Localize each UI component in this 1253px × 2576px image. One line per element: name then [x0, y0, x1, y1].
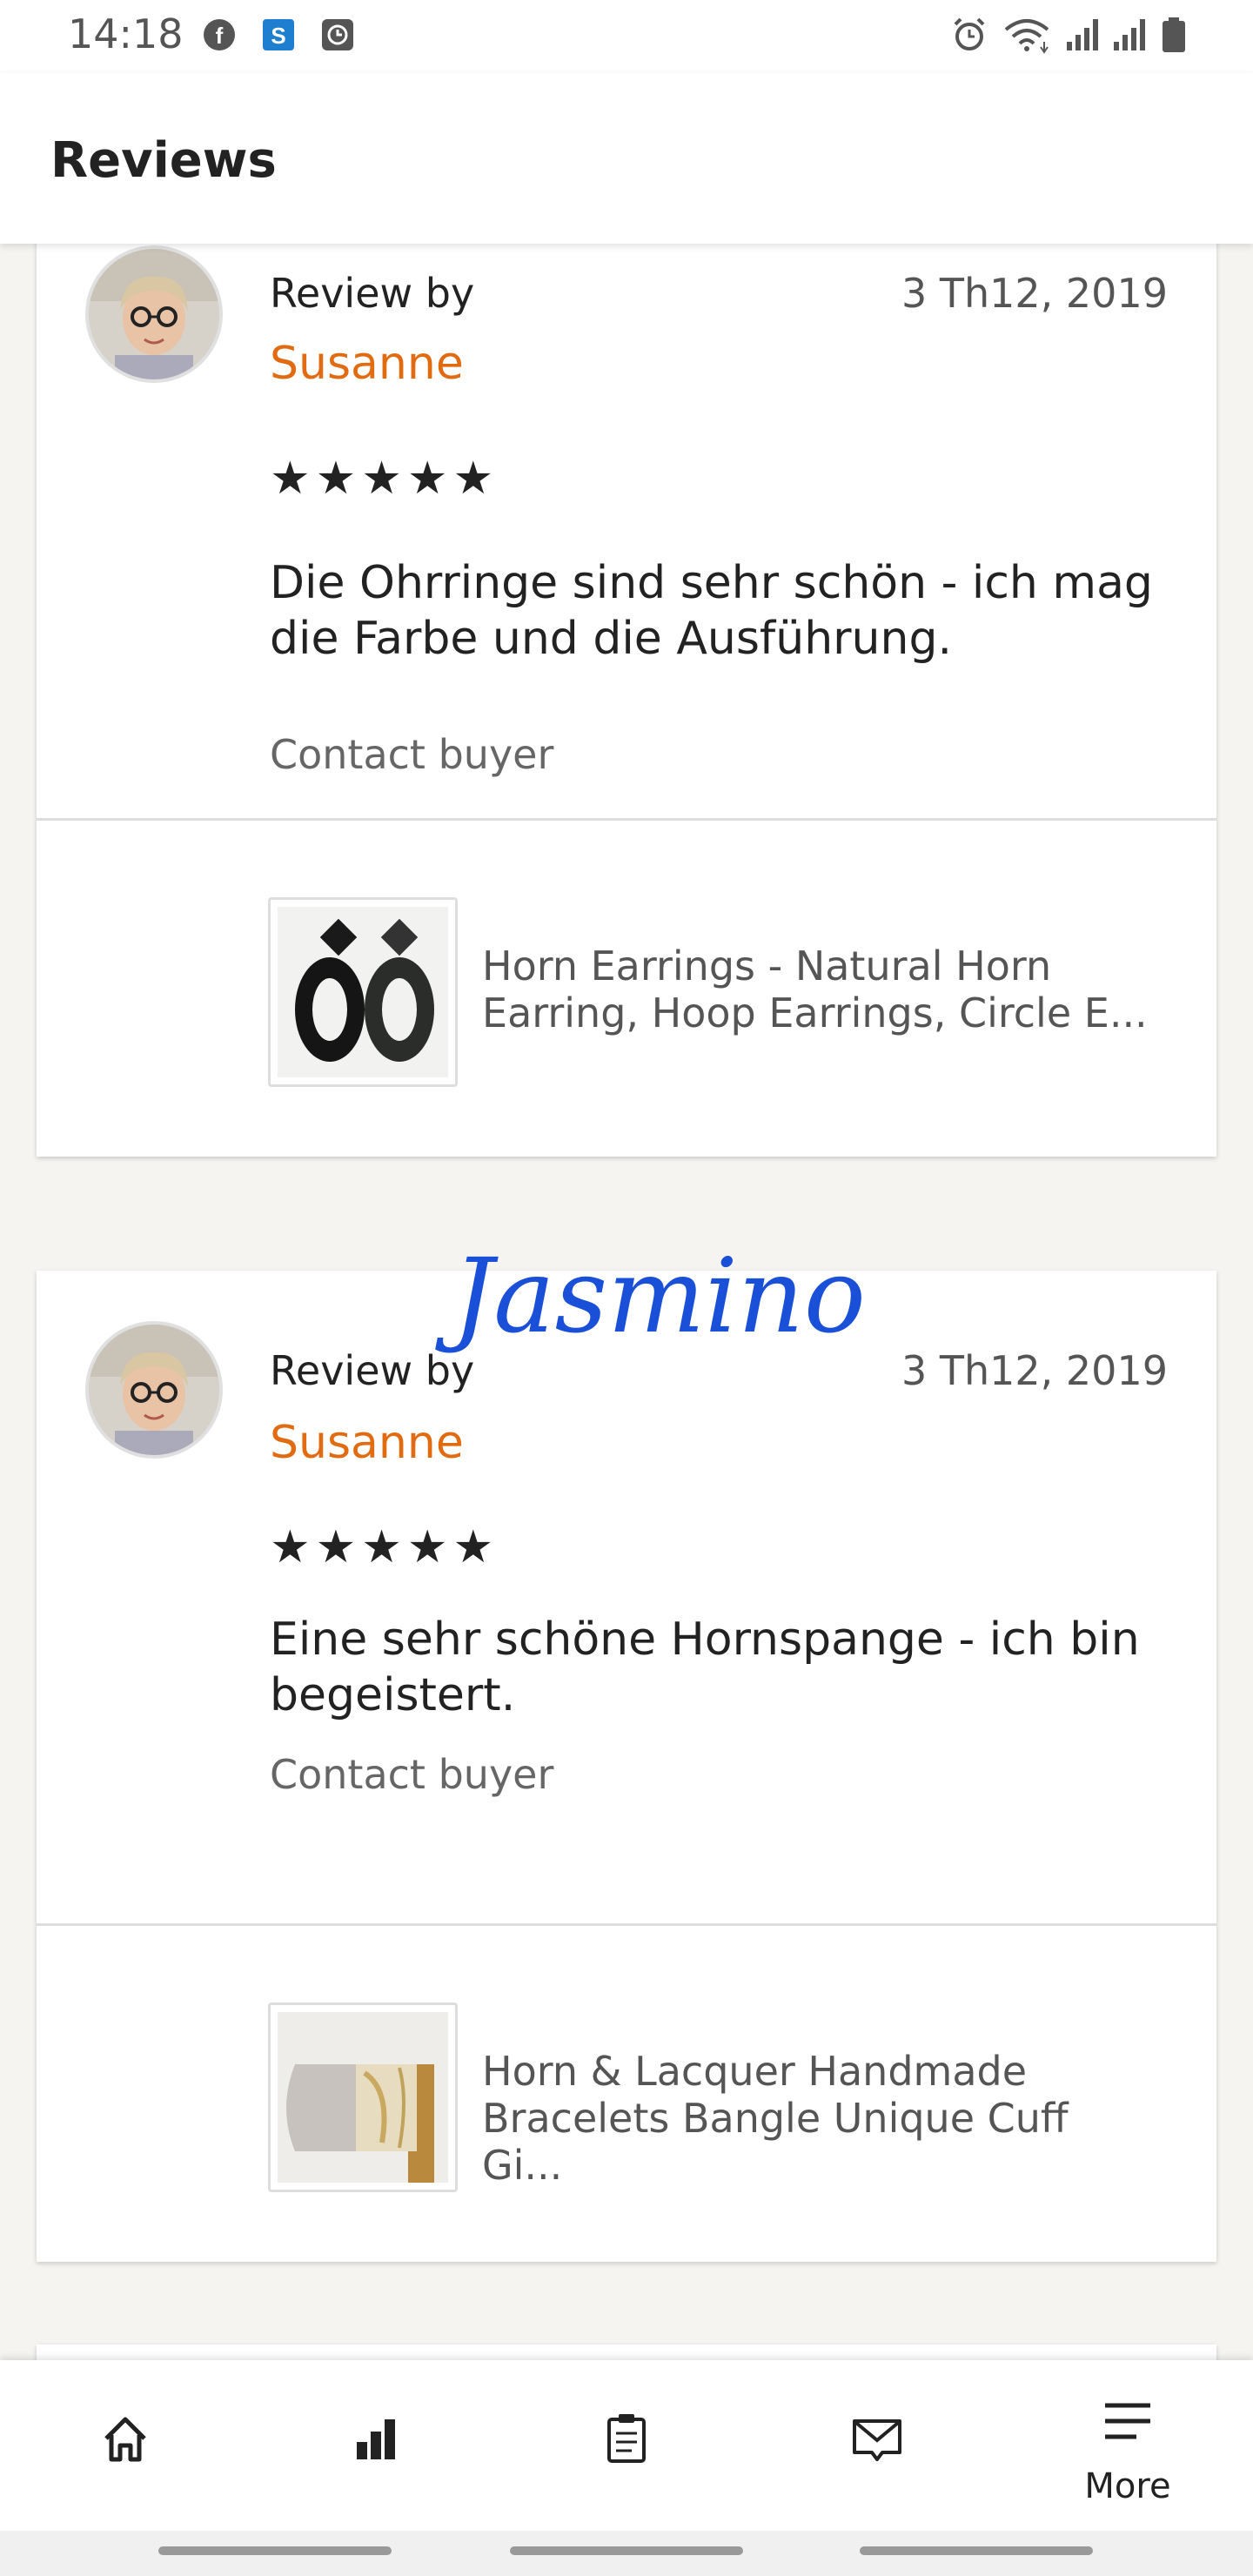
nav-home[interactable]	[0, 2360, 251, 2531]
stats-icon	[357, 2419, 395, 2459]
listing-row[interactable]: Horn Earrings - Natural Horn Earring, Ho…	[37, 821, 1216, 1157]
listing-title[interactable]: Horn & Lacquer Handmade Bracelets Bangle…	[482, 2048, 1161, 2189]
home-icon	[104, 2417, 146, 2462]
jasmino-watermark: Jasmino	[452, 1236, 866, 1356]
signal-icon	[1063, 16, 1102, 57]
avatar[interactable]	[85, 1321, 223, 1459]
orders-clipboard-icon	[607, 2414, 646, 2463]
wifi-icon	[1002, 16, 1055, 57]
star-rating: ★★★★★	[270, 453, 499, 505]
gesture-pill[interactable]	[510, 2546, 743, 2555]
nav-more-label: More	[1084, 2466, 1171, 2506]
star-rating: ★★★★★	[270, 1521, 499, 1573]
review-body: Review by 3 Th12, 2019 Susanne ★★★★★ Die…	[37, 165, 1216, 821]
battery-icon	[1161, 16, 1187, 57]
s-app-icon: S	[261, 17, 296, 52]
nav-orders[interactable]	[501, 2360, 752, 2531]
listing-title[interactable]: Horn Earrings - Natural Horn Earring, Ho…	[482, 943, 1161, 1036]
nav-more[interactable]: More	[1002, 2360, 1253, 2531]
status-bar: 14:18 f S	[0, 0, 1253, 73]
review-card: Review by 3 Th12, 2019 Susanne ★★★★★ Die…	[37, 165, 1216, 1157]
gesture-pill[interactable]	[860, 2546, 1093, 2555]
contact-buyer-link[interactable]: Contact buyer	[270, 1751, 553, 1798]
review-text: Eine sehr schöne Hornspange - ich bin be…	[270, 1613, 1140, 1721]
review-date: 3 Th12, 2019	[901, 270, 1168, 317]
menu-icon	[1105, 2403, 1150, 2439]
alarm-icon	[950, 16, 988, 57]
review-by-label: Review by	[270, 270, 475, 317]
listing-row[interactable]: Horn & Lacquer Handmade Bracelets Bangle…	[37, 1926, 1216, 2262]
review-by-label: Review by	[270, 1347, 475, 1394]
reviewer-name-link[interactable]: Susanne	[270, 1417, 464, 1469]
nav-messages[interactable]	[752, 2360, 1002, 2531]
signal-icon	[1110, 16, 1149, 57]
review-body: Review by 3 Th12, 2019 Susanne ★★★★★ Ein…	[37, 1271, 1216, 1926]
clock-app-icon	[320, 17, 355, 52]
review-date: 3 Th12, 2019	[901, 1347, 1168, 1394]
reviewer-name-link[interactable]: Susanne	[270, 338, 464, 390]
listing-thumbnail[interactable]	[268, 2002, 458, 2192]
svg-text:f: f	[216, 23, 224, 49]
system-gesture-bar	[0, 2531, 1253, 2576]
page-title: Reviews	[50, 132, 277, 189]
avatar[interactable]	[85, 245, 223, 383]
status-time: 14:18	[68, 10, 184, 57]
review-text: Die Ohrringe sind sehr schön - ich mag d…	[270, 557, 1153, 665]
messages-icon	[853, 2419, 901, 2461]
review-card: Review by 3 Th12, 2019 Susanne ★★★★★ Ein…	[37, 1271, 1216, 2262]
facebook-icon: f	[202, 17, 237, 52]
contact-buyer-link[interactable]: Contact buyer	[270, 731, 553, 778]
listing-thumbnail[interactable]	[268, 897, 458, 1087]
gesture-pill[interactable]	[158, 2546, 392, 2555]
svg-text:S: S	[271, 23, 285, 49]
bottom-nav: More	[0, 2360, 1253, 2531]
app-header: Reviews	[0, 73, 1253, 244]
nav-stats[interactable]	[251, 2360, 501, 2531]
